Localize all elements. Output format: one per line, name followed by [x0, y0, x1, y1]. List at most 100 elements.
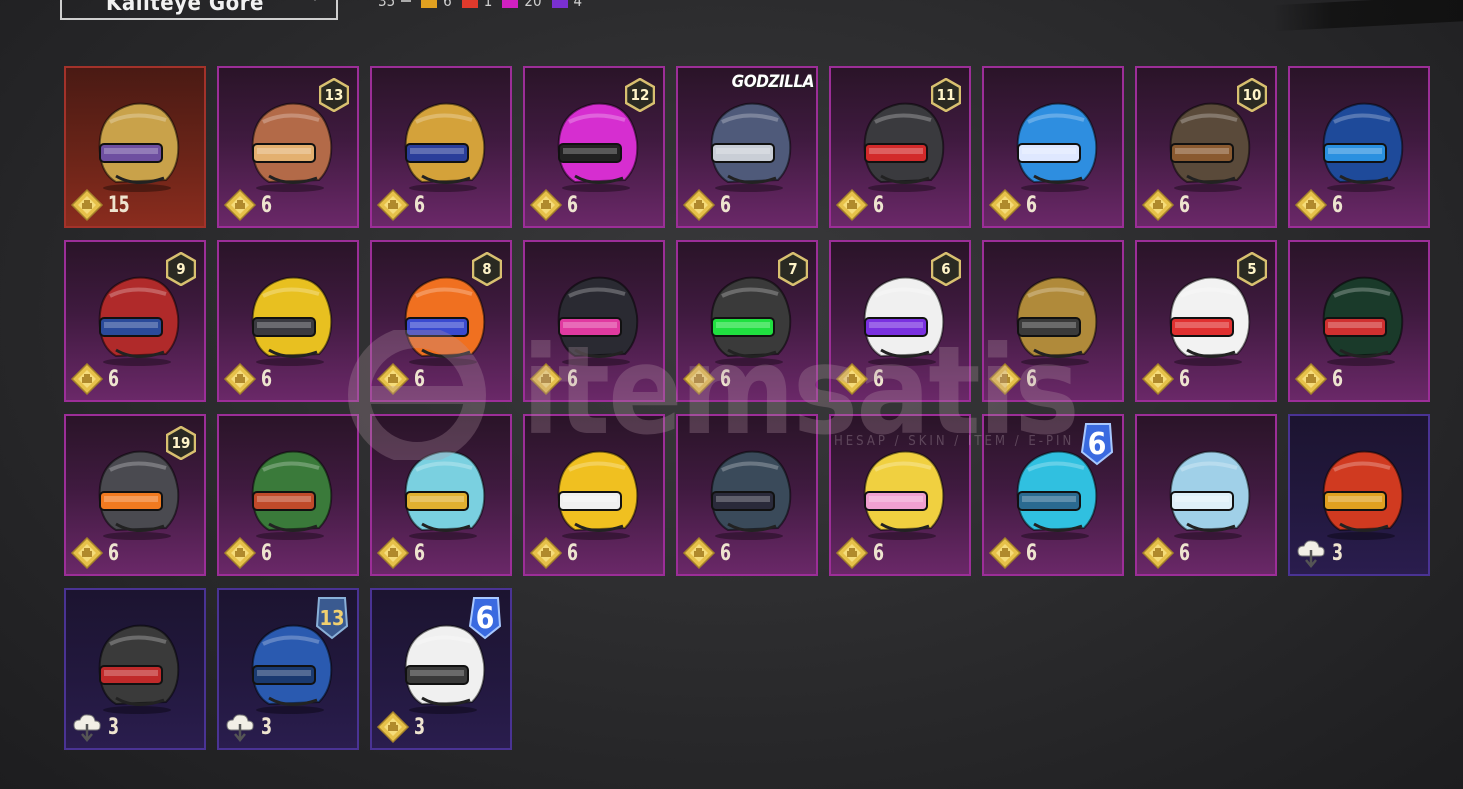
filter-count: 20 [524, 0, 542, 10]
helmet-item-card[interactable]: GODZILLA 6 [676, 66, 818, 228]
rarity-swatch [502, 0, 519, 8]
helmet-item-card[interactable]: 6 [217, 414, 359, 576]
helmet-icon [404, 102, 486, 192]
level-badge: 10 [1236, 77, 1268, 113]
helmet-icon [251, 450, 333, 540]
helmet-icon [557, 276, 639, 366]
item-cost: 6 [682, 362, 733, 396]
level-badge-number: 10 [1242, 86, 1262, 104]
cost-value: 6 [414, 540, 425, 566]
helmet-item-card[interactable]: 13 6 [217, 66, 359, 228]
cost-value: 6 [567, 540, 578, 566]
helmet-item-card[interactable]: 6 [370, 66, 512, 228]
item-cost: 6 [223, 188, 274, 222]
level-badge: 6 [930, 251, 962, 287]
item-cost: 15 [70, 188, 135, 222]
item-cost: 6 [1141, 362, 1192, 396]
item-cost: 6 [70, 536, 121, 570]
helmet-item-card[interactable]: 6 [1135, 414, 1277, 576]
helmet-item-card[interactable]: 12 6 [523, 66, 665, 228]
helmet-item-card[interactable]: 11 6 [829, 66, 971, 228]
helmet-item-card[interactable]: 6 [217, 240, 359, 402]
cost-value: 6 [1026, 540, 1037, 566]
item-cost: 6 [376, 536, 427, 570]
helmet-item-card[interactable]: 6 [829, 414, 971, 576]
diamond-currency-icon [223, 362, 257, 396]
filter-mythic[interactable]: 1 [461, 0, 492, 10]
helmet-item-card[interactable]: 6 [523, 240, 665, 402]
level-badge-number: 13 [324, 86, 344, 104]
cost-value: 6 [567, 192, 578, 218]
cost-value: 6 [1026, 192, 1037, 218]
helmet-item-card[interactable]: 13 3 [217, 588, 359, 750]
cost-value: 6 [1026, 366, 1037, 392]
cost-value: 6 [720, 366, 731, 392]
helmet-item-card[interactable]: 6 [1288, 240, 1430, 402]
filter-all[interactable]: 35 [378, 0, 412, 10]
item-cost: 6 [835, 188, 886, 222]
helmet-item-card[interactable]: 6 6 [982, 414, 1124, 576]
diamond-currency-icon [70, 536, 104, 570]
helmet-item-card[interactable]: 6 [523, 414, 665, 576]
cost-value: 6 [414, 366, 425, 392]
item-cost: 3 [376, 710, 427, 744]
helmet-icon [863, 450, 945, 540]
cloud-currency-icon [1297, 540, 1325, 568]
helmet-item-card[interactable]: 6 [982, 240, 1124, 402]
diamond-currency-icon [70, 362, 104, 396]
level-badge-number: 8 [482, 260, 492, 278]
filter-rare[interactable]: 4 [551, 0, 582, 10]
item-cost: 6 [376, 188, 427, 222]
season-badge: 13 [315, 596, 349, 640]
cloud-currency-icon [73, 714, 101, 742]
cost-value: 6 [567, 366, 578, 392]
helmet-item-card[interactable]: 6 3 [370, 588, 512, 750]
helmet-item-card[interactable]: 7 6 [676, 240, 818, 402]
helmet-item-card[interactable]: 3 [64, 588, 206, 750]
diamond-currency-icon [1141, 536, 1175, 570]
cost-value: 6 [873, 366, 884, 392]
decorative-brush-stroke [1273, 0, 1463, 32]
helmet-item-card[interactable]: 6 [982, 66, 1124, 228]
sort-dropdown[interactable]: Kaliteye Göre [60, 0, 338, 20]
item-cost: 6 [682, 536, 733, 570]
diamond-currency-icon [835, 188, 869, 222]
diamond-currency-icon [1294, 362, 1328, 396]
cost-value: 3 [261, 714, 272, 740]
level-badge: 5 [1236, 251, 1268, 287]
helmet-item-card[interactable]: 19 6 [64, 414, 206, 576]
helmet-item-card[interactable]: 8 6 [370, 240, 512, 402]
helmet-item-card[interactable]: 6 [1288, 66, 1430, 228]
item-cost: 6 [1141, 536, 1192, 570]
item-cost: 6 [1294, 362, 1345, 396]
filter-legendary[interactable]: 6 [421, 0, 452, 10]
helmet-icon [1322, 276, 1404, 366]
helmet-item-card[interactable]: 5 6 [1135, 240, 1277, 402]
item-cost: 6 [223, 362, 274, 396]
helmet-item-card[interactable]: 6 6 [829, 240, 971, 402]
item-cost: 6 [529, 362, 580, 396]
item-cost: 6 [835, 536, 886, 570]
chevron-down-icon [314, 0, 316, 1]
helmet-item-card[interactable]: 6 [370, 414, 512, 576]
helmet-item-card[interactable]: 6 [676, 414, 818, 576]
helmet-item-card[interactable]: 9 6 [64, 240, 206, 402]
cost-value: 15 [108, 192, 130, 218]
season-badge: 6 [468, 596, 502, 640]
filter-epic[interactable]: 20 [502, 0, 542, 10]
helmet-item-card[interactable]: 3 [1288, 414, 1430, 576]
cost-value: 6 [1179, 366, 1190, 392]
diamond-currency-icon [988, 362, 1022, 396]
diamond-currency-icon [223, 188, 257, 222]
level-badge: 9 [165, 251, 197, 287]
level-badge: 19 [165, 425, 197, 461]
diamond-currency-icon [376, 362, 410, 396]
item-cost: 6 [223, 536, 274, 570]
helmet-item-card[interactable]: 10 6 [1135, 66, 1277, 228]
diamond-currency-icon [376, 710, 410, 744]
helmet-icon [1016, 276, 1098, 366]
helmet-item-card[interactable]: 15 [64, 66, 206, 228]
cost-value: 6 [1179, 540, 1190, 566]
item-cost: 3 [223, 710, 274, 744]
cost-value: 6 [108, 540, 119, 566]
